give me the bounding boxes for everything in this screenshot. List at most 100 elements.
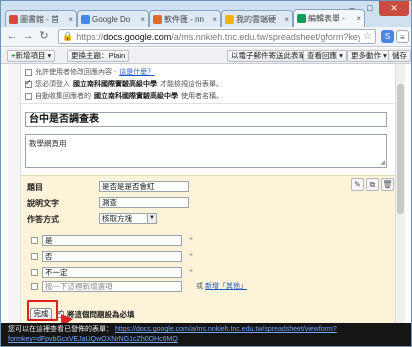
tab-software[interactable]: 軟件匯 - nn × xyxy=(149,10,221,27)
minimize-button[interactable]: – xyxy=(343,1,361,16)
setting-label: 您必須登入 xyxy=(35,81,70,88)
option-checkbox xyxy=(31,252,38,260)
option-checkbox xyxy=(31,268,38,276)
setting-label: 自動收集回應者的 xyxy=(35,93,91,100)
browser-window: 圖書館 - 首 × Google Do × 軟件匯 - nn × 我的雲端硬 ×… xyxy=(0,0,412,347)
address-bar: ← → ↻ 🔒 https://docs.google.com/a/ms.nnk… xyxy=(1,27,411,47)
save-button[interactable]: 儲存 xyxy=(388,50,411,62)
option-input[interactable]: 否 xyxy=(42,250,182,262)
remove-option-icon[interactable]: × xyxy=(189,252,193,259)
setting-label: 允許使用者修改回應內容 - xyxy=(35,69,117,76)
tab-library[interactable]: 圖書館 - 首 × xyxy=(5,10,77,27)
url-host: docs.google.com xyxy=(103,31,172,42)
url-scheme: https:// xyxy=(76,31,104,42)
domain-name: 國立南科國際實驗高級中學 xyxy=(94,93,178,100)
add-option-row: 按一下這裡新增選項 xyxy=(31,280,182,292)
add-option-input[interactable]: 按一下這裡新增選項 xyxy=(42,280,182,292)
add-other-row: 或 新增「其他」 xyxy=(196,281,247,291)
vertical-scrollbar[interactable] xyxy=(395,64,405,323)
more-actions-button[interactable]: 更多動作 ▾ xyxy=(347,50,391,62)
window-close-button[interactable]: ✕ xyxy=(379,1,409,16)
page-icon xyxy=(153,14,162,24)
option-checkbox xyxy=(31,236,38,244)
skype-extension-icon[interactable]: S xyxy=(381,30,394,43)
scrollbar-thumb[interactable] xyxy=(397,84,404,214)
remove-option-icon[interactable]: × xyxy=(189,268,193,275)
edit-pencil-icon[interactable]: ✎ xyxy=(351,178,364,191)
remove-option-icon[interactable]: × xyxy=(189,236,193,243)
tab-google-docs[interactable]: Google Do × xyxy=(77,10,149,27)
option-row: 否 xyxy=(31,250,182,262)
close-icon[interactable]: × xyxy=(140,15,145,24)
forms-icon xyxy=(297,14,306,23)
delete-trash-icon[interactable]: 🗑 xyxy=(381,178,394,191)
view-responses-button[interactable]: 查看回應 ▾ xyxy=(303,50,347,62)
change-theme-button[interactable]: 更換主題：Plain xyxy=(67,50,130,62)
tab-label: 圖書館 - 首 xyxy=(20,14,60,24)
add-other-link[interactable]: 新增「其他」 xyxy=(205,283,247,290)
tab-strip: 圖書館 - 首 × Google Do × 軟件匯 - nn × 我的雲端硬 ×… xyxy=(1,1,411,27)
url-field[interactable]: 🔒 https://docs.google.com/a/ms.nnkieh.tn… xyxy=(58,29,376,44)
question-type-label: 作答方式 xyxy=(27,215,59,224)
bookmark-star-icon[interactable]: ☆ xyxy=(363,31,372,42)
forward-arrow-icon[interactable]: → xyxy=(21,29,35,43)
close-icon[interactable]: × xyxy=(68,15,73,24)
form-title-input[interactable]: 台中是否調查表 xyxy=(25,112,387,127)
back-arrow-icon[interactable]: ← xyxy=(5,29,19,43)
resize-handle-icon[interactable]: ◢ xyxy=(380,159,385,166)
option-input[interactable]: 不一定 xyxy=(42,266,182,278)
form-description-text: 教學網頁用 xyxy=(29,139,67,148)
chevron-down-icon: ▼ xyxy=(147,214,156,223)
add-item-label: 新增項目 ▾ xyxy=(15,51,52,60)
email-form-button[interactable]: 以電子郵件寄送此表單 xyxy=(227,50,310,62)
tab-label: 我的雲端硬 xyxy=(236,14,276,24)
option-row: 是 xyxy=(31,234,182,246)
reload-icon[interactable]: ↻ xyxy=(37,29,51,43)
setting-allow-edit[interactable]: 允許使用者修改回應內容 - 這是什麼？ xyxy=(25,67,154,77)
setting-label: 才能檢視這份表單。 xyxy=(160,81,223,88)
maximize-button[interactable]: □ xyxy=(361,1,379,16)
option-input[interactable]: 是 xyxy=(42,234,182,246)
or-text: 或 xyxy=(196,283,203,290)
published-form-notice: 您可以在這裡查看已發佈的表單： https://docs.google.com/… xyxy=(1,323,411,346)
require-login-checkbox[interactable] xyxy=(25,78,32,88)
required-label: 將這個問題設為必填 xyxy=(67,310,135,319)
collect-username-checkbox[interactable] xyxy=(25,92,32,100)
notice-text: 您可以在這裡查看已發佈的表單： xyxy=(8,326,113,333)
left-gutter xyxy=(8,64,21,334)
close-icon[interactable]: × xyxy=(212,15,217,24)
tab-label: 軟件匯 - nn xyxy=(164,14,205,24)
option-checkbox xyxy=(31,282,38,290)
docs-icon xyxy=(81,14,90,24)
add-item-button[interactable]: +新增項目 ▾ xyxy=(7,50,56,62)
duplicate-icon[interactable]: ⧉ xyxy=(366,178,379,191)
what-is-this-link[interactable]: 這是什麼？ xyxy=(119,67,154,77)
question-editor: 題目 是否是是否會紅 ✎ ⧉ 🗑 說明文字 測查 作答方式 核取方塊 ▼ 是 ×… xyxy=(21,175,395,323)
url-text: https://docs.google.com/a/ms.nnkieh.tnc.… xyxy=(76,32,360,42)
question-title-input[interactable]: 是否是是否會紅 xyxy=(99,181,189,192)
drive-icon xyxy=(225,14,234,24)
setting-require-login[interactable]: 您必須登入 國立南科國際實驗高級中學 才能檢視這份表單。 xyxy=(25,78,223,89)
allow-edit-checkbox[interactable] xyxy=(25,68,32,76)
option-row: 不一定 xyxy=(31,266,182,278)
setting-label: 使用者名稱。 xyxy=(181,93,223,100)
help-text-input[interactable]: 測查 xyxy=(99,197,189,208)
question-title-label: 題目 xyxy=(27,183,43,192)
menu-icon[interactable]: ≡ xyxy=(396,30,409,43)
setting-collect-username[interactable]: 自動收集回應者的 國立南科國際實驗高級中學 使用者名稱。 xyxy=(25,91,223,101)
help-text-label: 說明文字 xyxy=(27,199,59,208)
tab-label: Google Do xyxy=(92,14,131,24)
url-path: /a/ms.nnkieh.tnc.edu.tw/spreadsheet/gfor… xyxy=(171,31,361,42)
form-editor-toolbar: +新增項目 ▾ 更換主題：Plain 以電子郵件寄送此表單 查看回應 ▾ 更多動… xyxy=(1,48,411,64)
form-settings: 允許使用者修改回應內容 - 這是什麼？ 您必須登入 國立南科國際實驗高級中學 才… xyxy=(21,64,395,103)
page-icon xyxy=(9,14,18,24)
close-icon[interactable]: × xyxy=(284,15,289,24)
domain-name: 國立南科國際實驗高級中學 xyxy=(73,81,157,88)
annotation-highlight-box xyxy=(27,300,58,321)
lock-icon: 🔒 xyxy=(62,31,74,41)
question-type-select[interactable]: 核取方塊 ▼ xyxy=(99,213,157,224)
tab-drive[interactable]: 我的雲端硬 × xyxy=(221,10,293,27)
form-header: 台中是否調查表 教學網頁用 ◢ xyxy=(21,103,395,175)
question-type-value: 核取方塊 xyxy=(102,214,132,223)
form-description-input[interactable]: 教學網頁用 ◢ xyxy=(25,134,387,168)
